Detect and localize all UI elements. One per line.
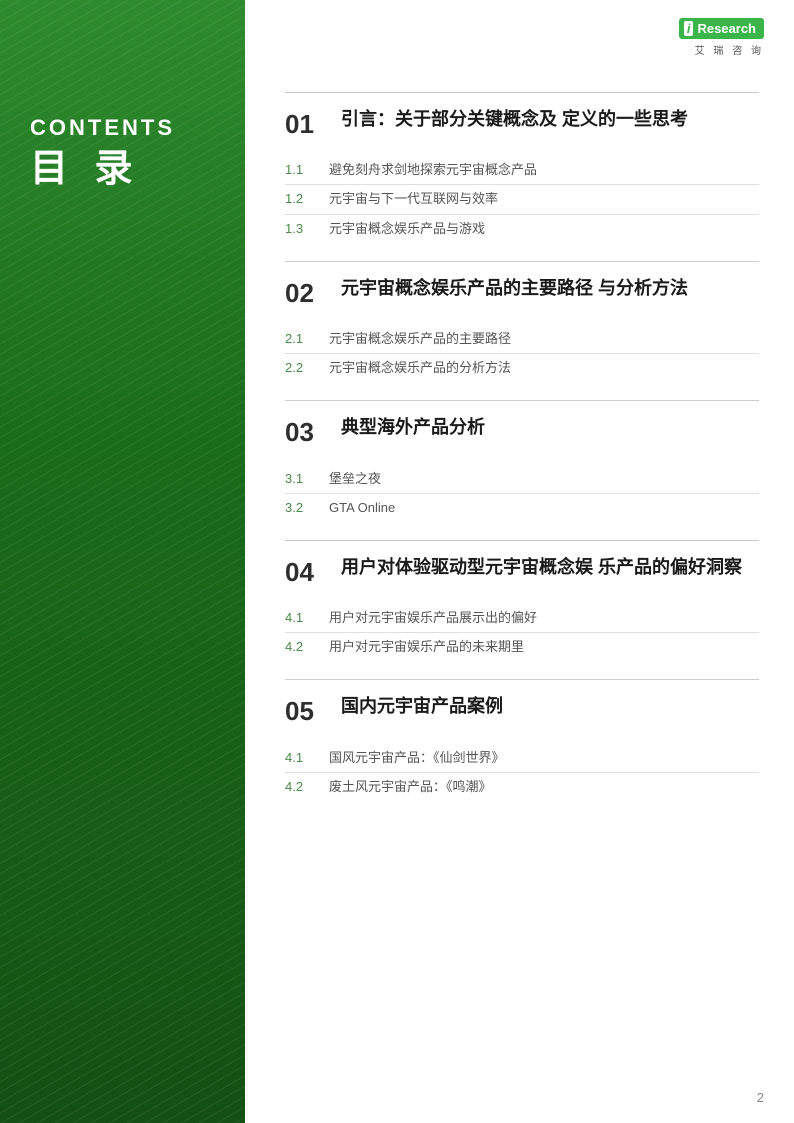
toc-main-entry-04: 04 用户对体验驱动型元宇宙概念娱 乐产品的偏好洞察	[285, 555, 759, 588]
sub-title: 用户对元宇宙娱乐产品的未来期里	[329, 638, 524, 656]
toc-sub-entry: 1.3 元宇宙概念娱乐产品与游戏	[285, 215, 759, 243]
sub-title: 国风元宇宙产品：《仙剑世界》	[329, 749, 505, 767]
toc-subs-02: 2.1 元宇宙概念娱乐产品的主要路径 2.2 元宇宙概念娱乐产品的分析方法	[285, 325, 759, 382]
toc-main-entry-03: 03 典型海外产品分析	[285, 415, 759, 448]
toc-number-02: 02	[285, 278, 323, 309]
sub-number: 4.1	[285, 750, 315, 765]
sub-number: 3.1	[285, 471, 315, 486]
toc-sub-entry: 2.1 元宇宙概念娱乐产品的主要路径	[285, 325, 759, 354]
toc-divider-2	[285, 261, 759, 262]
toc-subs-04: 4.1 用户对元宇宙娱乐产品展示出的偏好 4.2 用户对元宇宙娱乐产品的未来期里	[285, 604, 759, 661]
sub-title: 元宇宙与下一代互联网与效率	[329, 190, 498, 208]
toc-number-01: 01	[285, 109, 323, 140]
toc-divider-5	[285, 679, 759, 680]
page-number: 2	[757, 1090, 764, 1105]
toc-sub-entry: 4.1 国风元宇宙产品：《仙剑世界》	[285, 744, 759, 773]
toc-number-03: 03	[285, 417, 323, 448]
sub-title: GTA Online	[329, 499, 395, 517]
toc-subs-01: 1.1 避免刻舟求剑地探索元宇宙概念产品 1.2 元宇宙与下一代互联网与效率 1.3 元宇…	[285, 156, 759, 243]
logo-subtitle: 艾 瑞 咨 询	[695, 42, 764, 57]
toc-sub-entry: 1.1 避免刻舟求剑地探索元宇宙概念产品	[285, 156, 759, 185]
toc-number-04: 04	[285, 557, 323, 588]
sub-title: 用户对元宇宙娱乐产品展示出的偏好	[329, 609, 537, 627]
toc-title-01: 引言：关于部分关键概念及 定义的一些思考	[341, 107, 688, 132]
sub-number: 4.2	[285, 779, 315, 794]
sub-title: 元宇宙概念娱乐产品的分析方法	[329, 359, 511, 377]
sub-title: 避免刻舟求剑地探索元宇宙概念产品	[329, 161, 537, 179]
toc-divider-4	[285, 540, 759, 541]
toc-main-entry-02: 02 元宇宙概念娱乐产品的主要路径 与分析方法	[285, 276, 759, 309]
logo-area: i Research 艾 瑞 咨 询	[679, 18, 764, 57]
sub-title: 废土风元宇宙产品：《鸣潮》	[329, 778, 492, 796]
toc-sub-entry: 1.2 元宇宙与下一代互联网与效率	[285, 185, 759, 214]
contents-label: CONTENTS 目 录	[30, 115, 175, 193]
toc-subs-05: 4.1 国风元宇宙产品：《仙剑世界》 4.2 废土风元宇宙产品：《鸣潮》	[285, 744, 759, 801]
sub-number: 3.2	[285, 500, 315, 515]
toc-number-05: 05	[285, 696, 323, 727]
logo-i: i	[684, 21, 694, 36]
toc-sub-entry: 4.2 废土风元宇宙产品：《鸣潮》	[285, 773, 759, 801]
toc-content: 01 引言：关于部分关键概念及 定义的一些思考 1.1 避免刻舟求剑地探索元宇宙概念产…	[285, 92, 759, 801]
sub-number: 1.3	[285, 221, 315, 236]
toc-title-02: 元宇宙概念娱乐产品的主要路径 与分析方法	[341, 276, 688, 301]
toc-main-entry-05: 05 国内元宇宙产品案例	[285, 694, 759, 727]
toc-sub-entry: 4.1 用户对元宇宙娱乐产品展示出的偏好	[285, 604, 759, 633]
sub-number: 4.2	[285, 639, 315, 654]
toc-sub-entry: 4.2 用户对元宇宙娱乐产品的未来期里	[285, 633, 759, 661]
iresearch-logo: i Research	[679, 18, 764, 39]
toc-divider-1	[285, 92, 759, 93]
sidebar: CONTENTS 目 录	[0, 0, 245, 1123]
toc-main-entry-01: 01 引言：关于部分关键概念及 定义的一些思考	[285, 107, 759, 140]
contents-en-label: CONTENTS	[30, 115, 175, 141]
sub-title: 堡垒之夜	[329, 470, 381, 488]
sub-number: 1.2	[285, 191, 315, 206]
sub-number: 4.1	[285, 610, 315, 625]
sub-number: 2.1	[285, 331, 315, 346]
toc-title-05: 国内元宇宙产品案例	[341, 694, 503, 719]
main-content: i Research 艾 瑞 咨 询 01 引言：关于部分关键概念及 定义的一些思…	[245, 0, 794, 1123]
toc-divider-3	[285, 400, 759, 401]
logo-brand: Research	[697, 21, 756, 36]
toc-sub-entry: 3.1 堡垒之夜	[285, 465, 759, 494]
toc-subs-03: 3.1 堡垒之夜 3.2 GTA Online	[285, 465, 759, 522]
toc-sub-entry: 3.2 GTA Online	[285, 494, 759, 522]
toc-title-03: 典型海外产品分析	[341, 415, 485, 440]
contents-zh-label: 目 录	[30, 147, 175, 193]
sub-title: 元宇宙概念娱乐产品与游戏	[329, 220, 485, 238]
sub-title: 元宇宙概念娱乐产品的主要路径	[329, 330, 511, 348]
sub-number: 2.2	[285, 360, 315, 375]
toc-sub-entry: 2.2 元宇宙概念娱乐产品的分析方法	[285, 354, 759, 382]
sub-number: 1.1	[285, 162, 315, 177]
toc-title-04: 用户对体验驱动型元宇宙概念娱 乐产品的偏好洞察	[341, 555, 742, 580]
